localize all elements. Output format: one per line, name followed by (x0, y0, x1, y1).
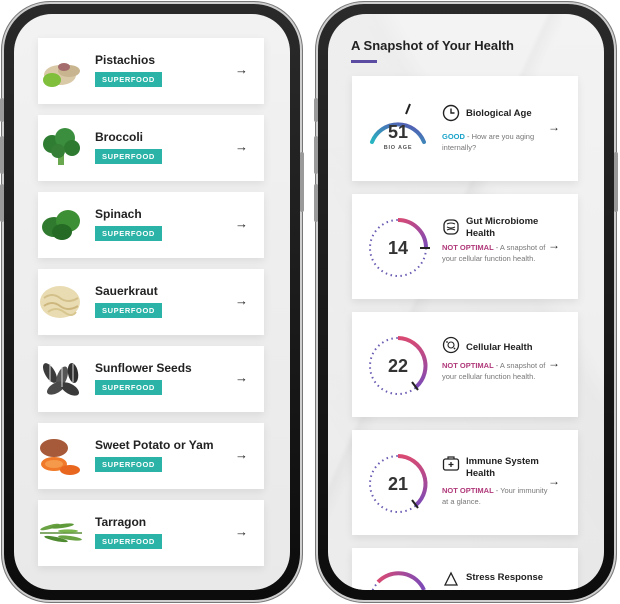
immune-score-value: 21 (387, 474, 409, 494)
sauerkraut-image (40, 286, 80, 318)
volume-down-button (0, 184, 4, 222)
card-title: Immune System Health (466, 456, 539, 479)
side-button (314, 98, 318, 122)
food-card-sauerkraut[interactable]: Sauerkraut SUPERFOOD → (38, 269, 264, 335)
food-name: Pistachios (95, 53, 156, 67)
volume-up-button (0, 136, 4, 174)
food-name: Sunflower Seeds (95, 361, 192, 375)
clock-icon (442, 104, 460, 122)
broccoli-image (43, 128, 80, 165)
medkit-icon (442, 456, 460, 471)
card-title: Cellular Health (466, 342, 533, 353)
card-title: Stress Response (466, 572, 544, 583)
arrow-right-icon[interactable]: → (235, 216, 248, 232)
arrow-right-icon[interactable]: → (235, 524, 248, 540)
arrow-right-icon[interactable]: → (235, 139, 248, 155)
volume-down-button (314, 184, 318, 222)
stress-icon (443, 571, 459, 586)
arrow-right-icon[interactable]: → (235, 447, 248, 463)
left-phone-frame: Pistachios SUPERFOOD → Broccoli SUPERFOO… (0, 2, 304, 602)
food-card-spinach[interactable]: Spinach SUPERFOOD → (38, 192, 264, 258)
arrow-right-icon[interactable]: → (548, 474, 560, 488)
power-button (614, 152, 618, 212)
arrow-right-icon[interactable]: → (235, 62, 248, 78)
food-name: Spinach (95, 207, 142, 221)
superfood-badge: SUPERFOOD (95, 149, 162, 164)
bio-age-label: BIO AGE (383, 145, 413, 151)
arrow-right-icon[interactable]: → (235, 370, 248, 386)
health-card-gut-microbiome[interactable]: 14 Gut Microbiome Health NOT OPTIMAL - A… (352, 194, 578, 299)
food-card-sunflower-seeds[interactable]: Sunflower Seeds SUPERFOOD → (38, 346, 264, 412)
sweet-potato-image (40, 439, 80, 475)
food-name: Broccoli (95, 130, 144, 144)
cellular-score-value: 22 (387, 356, 409, 376)
health-card-stress-response[interactable]: Stress Response (352, 548, 578, 590)
food-card-broccoli[interactable]: Broccoli SUPERFOOD → (38, 115, 264, 181)
volume-up-button (314, 136, 318, 174)
pistachio-image (43, 63, 80, 87)
bio-age-value: 51 (387, 122, 409, 142)
food-name: Sauerkraut (95, 284, 158, 298)
tarragon-image (40, 523, 82, 543)
side-button (0, 98, 4, 122)
status-label: NOT OPTIMAL (442, 486, 494, 495)
arrow-right-icon[interactable]: → (235, 293, 248, 309)
superfood-badge: SUPERFOOD (95, 457, 162, 472)
right-phone-frame: A Snapshot of Your Health 51 BIO AGE Bio… (314, 2, 618, 602)
card-description: NOT OPTIMAL - A snapshot of your cellula… (442, 242, 554, 264)
food-name: Tarragon (95, 515, 147, 529)
arrow-right-icon[interactable]: → (548, 120, 560, 134)
superfood-badge: SUPERFOOD (95, 226, 162, 241)
card-title: Gut Microbiome Health (466, 216, 539, 239)
superfood-badge: SUPERFOOD (95, 380, 162, 395)
status-label: NOT OPTIMAL (442, 361, 494, 370)
page-title: A Snapshot of Your Health (351, 38, 514, 53)
power-button (300, 152, 304, 212)
card-description: GOOD - How are you aging internally? (442, 131, 554, 153)
cell-icon (442, 336, 460, 354)
food-card-tarragon[interactable]: Tarragon SUPERFOOD → (38, 500, 264, 566)
superfood-badge: SUPERFOOD (95, 72, 162, 87)
health-card-biological-age[interactable]: 51 BIO AGE Biological Age GOOD - How are… (352, 76, 578, 181)
food-card-sweet-potato[interactable]: Sweet Potato or Yam SUPERFOOD → (38, 423, 264, 489)
card-description: NOT OPTIMAL - Your immunity at a glance. (442, 485, 554, 507)
status-label: NOT OPTIMAL (442, 243, 494, 252)
card-description: NOT OPTIMAL - A snapshot of your cellula… (442, 360, 554, 382)
food-list-screen: Pistachios SUPERFOOD → Broccoli SUPERFOO… (14, 14, 290, 590)
sunflower-seeds-image (43, 363, 80, 396)
superfood-badge: SUPERFOOD (95, 534, 162, 549)
gut-score-value: 14 (387, 238, 409, 258)
food-name: Sweet Potato or Yam (95, 438, 214, 452)
food-card-pistachios[interactable]: Pistachios SUPERFOOD → (38, 38, 264, 104)
card-title: Biological Age (466, 108, 532, 119)
spinach-image (42, 210, 80, 240)
health-snapshot-screen: A Snapshot of Your Health 51 BIO AGE Bio… (328, 14, 604, 590)
stress-score-gauge (371, 571, 426, 590)
gut-icon (443, 219, 459, 235)
status-label: GOOD (442, 132, 465, 141)
arrow-right-icon[interactable]: → (548, 238, 560, 252)
health-card-immune-system[interactable]: 21 Immune System Health NOT OPTIMAL - Yo… (352, 430, 578, 535)
title-underline (351, 60, 377, 63)
superfood-badge: SUPERFOOD (95, 303, 162, 318)
health-card-cellular-health[interactable]: 22 Cellular Health NOT OPTIMAL - A snaps… (352, 312, 578, 417)
arrow-right-icon[interactable]: → (548, 356, 560, 370)
